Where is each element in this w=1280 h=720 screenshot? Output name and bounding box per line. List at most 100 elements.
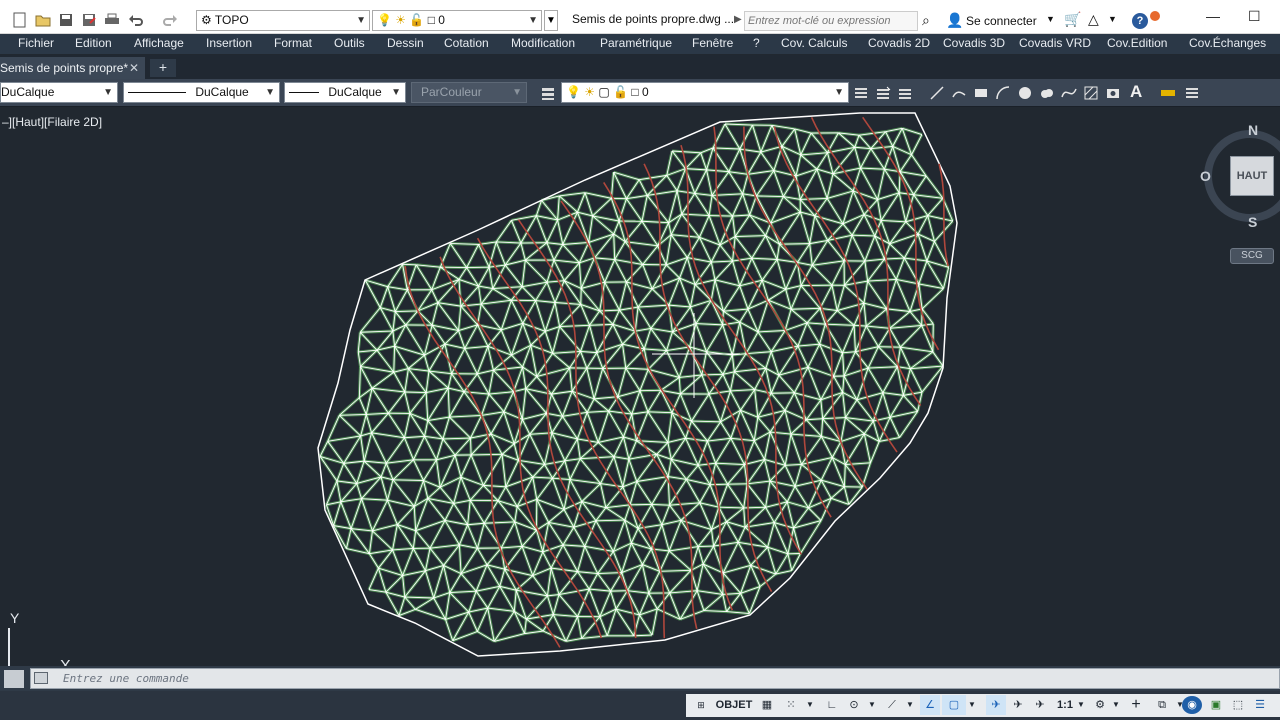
chevron-down-icon[interactable]: ▼ [904, 695, 916, 715]
units-icon[interactable]: ⧉ [1152, 695, 1172, 715]
object-snap-tracking-icon[interactable]: ∠ [920, 695, 940, 715]
menu-item-help[interactable]: ? [753, 36, 760, 50]
menu-item-cov-edition[interactable]: Cov.Edition [1107, 36, 1167, 50]
clean-screen-icon[interactable]: ⬚ [1228, 695, 1248, 715]
layer-properties-icon[interactable] [540, 85, 556, 101]
autodesk-a360-icon[interactable]: △ [1088, 11, 1099, 28]
compass-north[interactable]: N [1248, 122, 1258, 138]
new-file-icon[interactable] [12, 12, 28, 28]
search-input[interactable]: Entrez mot-clé ou expression [744, 11, 918, 31]
ortho-icon[interactable]: ∟ [822, 695, 842, 715]
menu-item-covadis-3d[interactable]: Covadis 3D [943, 36, 1005, 50]
close-icon[interactable]: ✕ [129, 57, 139, 79]
rectangle-icon[interactable] [973, 85, 989, 101]
line-icon[interactable] [929, 85, 945, 101]
snap-icon[interactable]: ⁙ [778, 695, 804, 715]
menu-item-outils[interactable]: Outils [334, 36, 365, 50]
annotation-scale-icon[interactable]: ✈ [1030, 695, 1050, 715]
lineweight-dropdown[interactable]: DuCalque ▼ [284, 82, 406, 103]
match-layer-icon[interactable] [875, 85, 891, 101]
maximize-button[interactable]: ☐ [1248, 8, 1261, 25]
menu-item-cov-echanges[interactable]: Cov.Échanges [1189, 36, 1266, 50]
viewport-controls-label[interactable]: –][Haut][Filaire 2D] [2, 115, 102, 129]
help-icon[interactable]: ? [1132, 13, 1148, 29]
cloud-icon[interactable] [1039, 85, 1055, 101]
open-folder-icon[interactable] [35, 12, 51, 28]
make-current-icon[interactable] [853, 85, 869, 101]
grid-icon[interactable]: ▦ [758, 695, 776, 715]
chevron-down-icon[interactable]: ▼ [1046, 14, 1055, 24]
menu-item-edition[interactable]: Edition [75, 36, 112, 50]
spline-icon[interactable] [1061, 85, 1077, 101]
menu-item-format[interactable]: Format [274, 36, 312, 50]
linetype-dropdown[interactable]: DuCalque ▼ [123, 82, 280, 103]
text-icon[interactable]: A [1130, 82, 1142, 102]
chevron-down-icon[interactable]: ▼ [804, 695, 816, 715]
polar-tracking-icon[interactable]: ⊙ [844, 695, 864, 715]
image-icon[interactable] [1105, 85, 1121, 101]
undo-icon[interactable] [128, 12, 144, 28]
layer-dropdown[interactable]: 💡 ☀ ▢ 🔓 □ 0 ▼ [561, 82, 849, 103]
hatch-icon[interactable] [1083, 85, 1099, 101]
menu-item-dessin[interactable]: Dessin [387, 36, 424, 50]
menu-item-parametrique[interactable]: Paramétrique [600, 36, 672, 50]
viewcube-face-top[interactable]: HAUT [1230, 156, 1274, 196]
annotation-scale-value[interactable]: 1:1 [1054, 695, 1076, 715]
menu-item-covadis-vrd[interactable]: Covadis VRD [1019, 36, 1091, 50]
arc-icon[interactable] [995, 85, 1011, 101]
chevron-down-icon[interactable]: ▼ [1110, 695, 1122, 715]
annotation-visibility-icon[interactable]: ✈ [986, 695, 1006, 715]
object-snap-icon[interactable]: ▢ [942, 695, 966, 715]
menu-item-modification[interactable]: Modification [511, 36, 575, 50]
menu-item-cotation[interactable]: Cotation [444, 36, 489, 50]
viewcube[interactable]: N O S HAUT [1196, 122, 1280, 230]
compass-south[interactable]: S [1248, 214, 1257, 230]
hardware-acceleration-icon[interactable]: ◉ [1182, 696, 1202, 714]
menu-item-cov-calculs[interactable]: Cov. Calculs [781, 36, 847, 50]
redo-icon[interactable] [162, 12, 178, 28]
annotation-autoscale-icon[interactable]: ✈ [1008, 695, 1028, 715]
drawing-viewport[interactable]: –][Haut][Filaire 2D] N O S HAUT SCG Y X [0, 108, 1280, 666]
color-dropdown[interactable]: DuCalque ▼ [0, 82, 118, 103]
chevron-down-icon[interactable]: ▼ [966, 695, 978, 715]
wcs-menu[interactable]: SCG [1230, 248, 1274, 264]
compass-west[interactable]: O [1200, 168, 1211, 184]
chevron-down-icon[interactable]: ▼ [1108, 14, 1117, 24]
workspace-dropdown[interactable]: ⚙ TOPO ▼ [196, 10, 370, 31]
cart-icon[interactable]: 🛒 [1064, 11, 1081, 28]
save-as-icon[interactable] [81, 12, 97, 28]
table-icon[interactable] [1184, 85, 1200, 101]
menu-item-fichier[interactable]: Fichier [18, 36, 54, 50]
isometric-icon[interactable]: ⟋ [882, 695, 902, 715]
workspace-gear-icon[interactable]: ⚙ [1090, 695, 1110, 715]
menu-item-covadis-2d[interactable]: Covadis 2D [868, 36, 930, 50]
menu-item-insertion[interactable]: Insertion [206, 36, 252, 50]
customize-qat-button[interactable]: ▼ [544, 10, 558, 31]
menu-item-fenetre[interactable]: Fenêtre [692, 36, 733, 50]
sign-in-link[interactable]: Se connecter [966, 14, 1037, 28]
dynamic-ucs-icon[interactable]: ⊞ [690, 695, 712, 715]
new-tab-button[interactable]: + [150, 59, 176, 77]
save-icon[interactable] [58, 12, 74, 28]
customize-icon[interactable]: ☰ [1250, 695, 1270, 715]
isolate-objects-icon[interactable]: ▣ [1206, 695, 1226, 715]
plus-icon[interactable]: + [1126, 695, 1146, 715]
circle-icon[interactable] [1017, 85, 1033, 101]
chevron-right-icon[interactable]: ▶ [734, 14, 742, 25]
menu-item-affichage[interactable]: Affichage [134, 36, 184, 50]
minimize-button[interactable]: — [1206, 8, 1220, 24]
chevron-down-icon[interactable]: ▼ [866, 695, 878, 715]
layer-quick-dropdown[interactable]: 💡 ☀ 🔓 □ 0 ▼ [372, 10, 542, 31]
previous-layer-icon[interactable] [897, 85, 913, 101]
print-icon[interactable] [104, 12, 120, 28]
polyline-icon[interactable] [951, 85, 967, 101]
lightbulb-icon: 💡 [566, 85, 581, 99]
tab-semis-de-points[interactable]: Semis de points propre* ✕ [0, 57, 145, 79]
command-input[interactable]: Entrez une commande [30, 668, 1280, 689]
chevron-down-icon[interactable]: ▼ [1076, 695, 1086, 715]
binoculars-icon[interactable]: ⌕ [922, 12, 930, 29]
object-snap-mode-button[interactable]: OBJET [714, 695, 754, 715]
dimension-icon[interactable] [1160, 85, 1176, 101]
mesh-edge [477, 548, 488, 566]
command-line-options-icon[interactable] [4, 670, 24, 688]
